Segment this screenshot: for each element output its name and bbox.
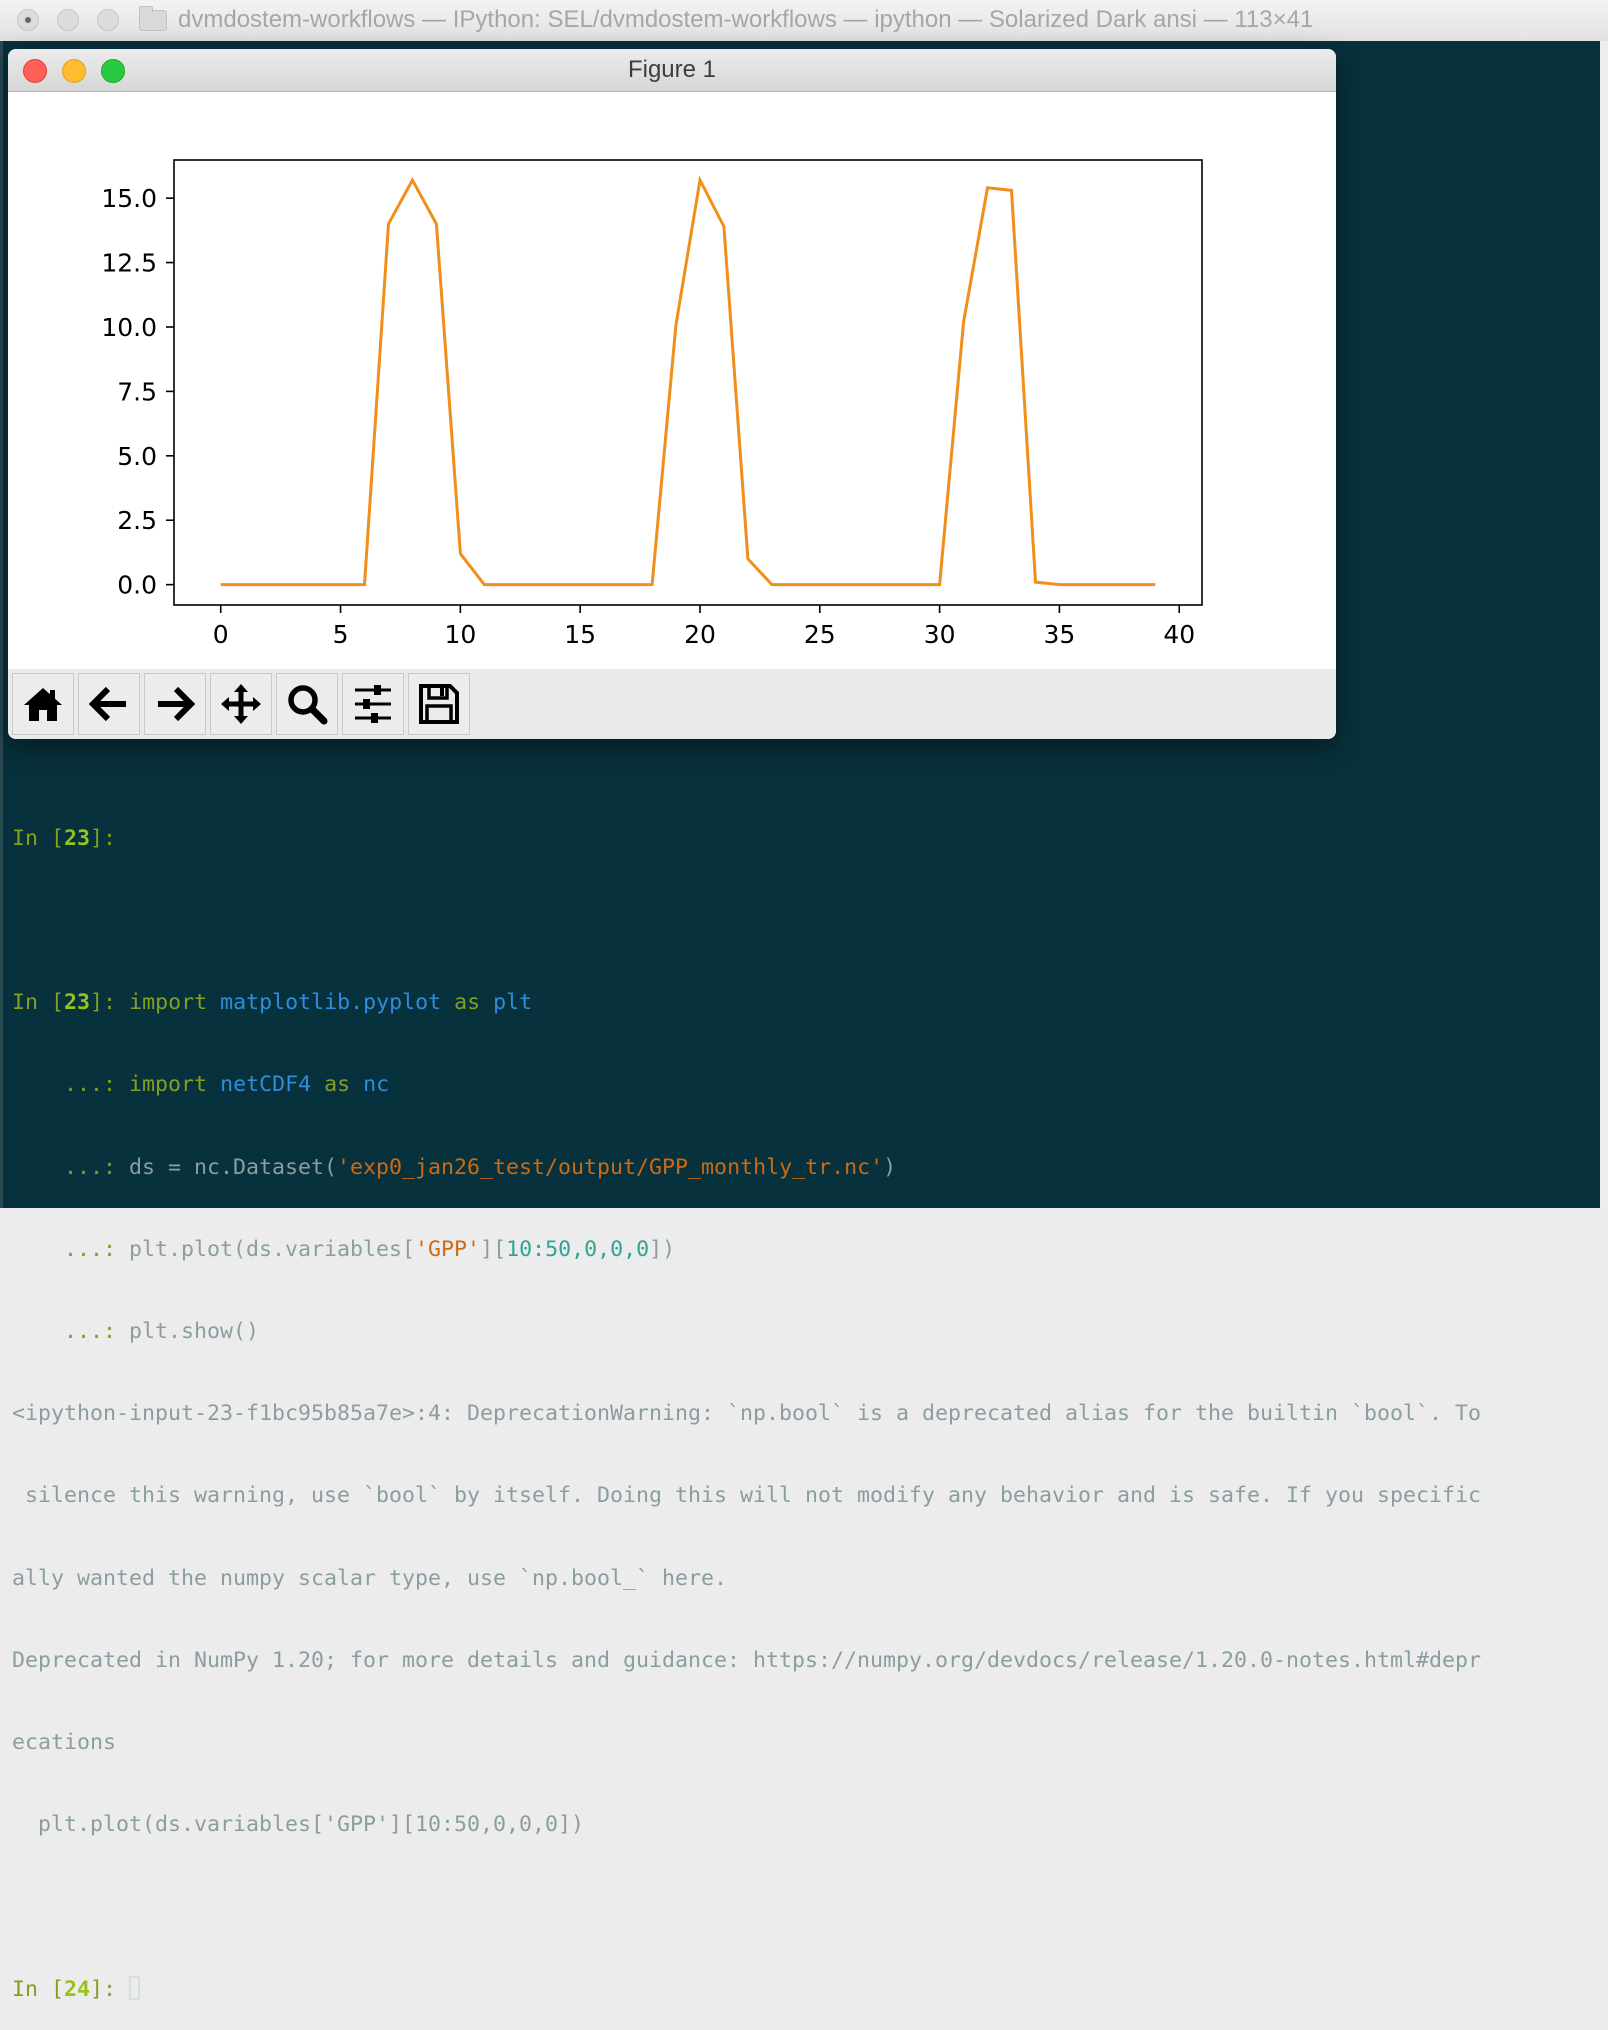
code-keyword: as: [324, 1072, 351, 1098]
x-tick-label: 20: [684, 620, 716, 649]
warning-line: <ipython-input-23-f1bc95b85a7e>:4: Depre…: [12, 1401, 1482, 1427]
save-button[interactable]: [408, 673, 470, 735]
x-tick-label: 40: [1163, 620, 1195, 649]
line-chart: 0 5 10 15 20 25 30 35 40 0.0 2.5 5.0 7.5 10.0 12.5 15.…: [101, 159, 1203, 649]
code-text: ): [883, 1154, 897, 1180]
console-line: ...: ds = nc.Dataset('exp0_jan26_test/ou…: [12, 1154, 1597, 1181]
folder-icon: [139, 6, 167, 31]
code-module: netCDF4: [220, 1072, 312, 1098]
prompt-close: ]:: [90, 990, 117, 1016]
configure-subplots-icon: [355, 685, 391, 723]
console-line: ...: import netCDF4 as nc: [12, 1071, 1597, 1098]
zoom-icon: [288, 685, 328, 725]
y-tick-label: 15.0: [101, 184, 157, 213]
y-tick-label: 5.0: [117, 442, 157, 471]
code-string: 'GPP': [415, 1236, 481, 1262]
code-text: ds = nc.Dataset(: [129, 1154, 338, 1180]
warning-line: Deprecated in NumPy 1.20; for more detai…: [12, 1647, 1482, 1673]
continuation-prompt: ...:: [12, 1072, 117, 1098]
back-button[interactable]: [78, 673, 140, 735]
series-line: [220, 175, 1156, 587]
x-tick-label: 15: [564, 620, 596, 649]
prompt-in: In [: [12, 1976, 65, 2002]
figure-canvas[interactable]: 0 5 10 15 20 25 30 35 40 0.0 2.5 5.0 7.5 10.0 12.5 15.…: [8, 92, 1336, 669]
terminal-scrollbar[interactable]: [1600, 41, 1608, 1208]
y-tick-label: 7.5: [117, 377, 157, 406]
code-string: 'exp0_jan26_test/output/GPP_monthly_tr.n…: [337, 1154, 884, 1180]
warning-line: plt.plot(ds.variables['GPP'][10:50,0,0,0…: [12, 1812, 585, 1838]
prompt-in: In [: [12, 825, 65, 851]
figure-title: Figure 1: [627, 56, 717, 83]
code-text: plt.show(): [129, 1319, 260, 1345]
figure-window: Figure 1 0 5 10 15 20 25 30 35 40 0.0 2.5 5.0 7.5 10…: [8, 49, 1336, 739]
prompt-in: In [: [12, 990, 65, 1016]
console-line: ...: plt.show(): [12, 1318, 1597, 1345]
configure-subplots-button[interactable]: [342, 673, 404, 735]
y-axis-ticks: 0.0 2.5 5.0 7.5 10.0 12.5 15.0: [101, 184, 174, 600]
home-icon: [24, 688, 62, 721]
terminal-close-button[interactable]: [17, 9, 39, 31]
code-keyword: as: [454, 990, 481, 1016]
terminal-minimize-button[interactable]: [57, 9, 79, 31]
y-tick-label: 2.5: [117, 506, 157, 535]
prompt-number: 23: [64, 825, 91, 851]
y-tick-label: 10.0: [101, 313, 157, 342]
code-text: plt.plot(ds.variables[: [129, 1236, 416, 1262]
continuation-prompt: ...:: [12, 1319, 117, 1345]
code-keyword: import: [129, 1072, 208, 1098]
x-tick-label: 25: [804, 620, 836, 649]
code-numbers: 10:50,0,0,0: [506, 1236, 650, 1262]
x-tick-label: 10: [444, 620, 476, 649]
terminal-zoom-button[interactable]: [97, 9, 119, 31]
prompt-number: 23: [64, 990, 91, 1016]
x-axis-ticks: 0 5 10 15 20 25 30 35 40: [213, 605, 1195, 649]
code-keyword: import: [129, 990, 208, 1016]
zoom-button[interactable]: [276, 673, 338, 735]
x-tick-label: 0: [213, 620, 229, 649]
y-tick-label: 12.5: [101, 249, 157, 278]
continuation-prompt: ...:: [12, 1154, 117, 1180]
code-alias: plt: [493, 990, 533, 1016]
continuation-prompt: ...:: [12, 1236, 117, 1262]
axes-frame: [173, 159, 1203, 606]
console-line: In [24]:: [12, 1975, 1597, 2003]
prompt-close: ]:: [90, 1976, 117, 2002]
x-tick-label: 5: [333, 620, 349, 649]
forward-button[interactable]: [144, 673, 206, 735]
home-button[interactable]: [12, 673, 74, 735]
console-output: In [23]: In [23]: import matplotlib.pypl…: [12, 770, 1597, 2030]
save-icon: [419, 684, 459, 724]
figure-title-bar[interactable]: Figure 1: [8, 49, 1336, 92]
prompt-close: ]:: [90, 825, 117, 851]
warning-line: silence this warning, use `bool` by itse…: [12, 1483, 1482, 1509]
code-text: ][: [480, 1236, 507, 1262]
terminal-title: dvmdostem-workflows — IPython: SEL/dvmdo…: [178, 6, 1314, 33]
code-text: ]): [649, 1236, 676, 1262]
terminal-title-bar: dvmdostem-workflows — IPython: SEL/dvmdo…: [0, 0, 1608, 42]
console-line: In [23]: import matplotlib.pyplot as plt: [12, 989, 1597, 1016]
console-line: In [23]:: [12, 825, 1597, 852]
y-tick-label: 0.0: [117, 571, 157, 600]
terminal-left-edge: [0, 41, 3, 1208]
x-tick-label: 30: [924, 620, 956, 649]
forward-arrow-icon: [158, 686, 196, 722]
warning-line: ecations: [12, 1730, 117, 1756]
console-line: ...: plt.plot(ds.variables['GPP'][10:50,…: [12, 1236, 1597, 1263]
warning-line: ally wanted the numpy scalar type, use `…: [12, 1565, 728, 1591]
code-alias: nc: [363, 1072, 390, 1098]
navigation-toolbar: [8, 669, 1336, 739]
code-module: matplotlib.pyplot: [220, 990, 442, 1016]
text-cursor[interactable]: [129, 1975, 141, 2000]
prompt-number: 24: [64, 1976, 91, 2002]
pan-button[interactable]: [210, 673, 272, 735]
x-tick-label: 35: [1044, 620, 1076, 649]
pan-icon: [221, 684, 261, 724]
back-arrow-icon: [88, 686, 126, 722]
